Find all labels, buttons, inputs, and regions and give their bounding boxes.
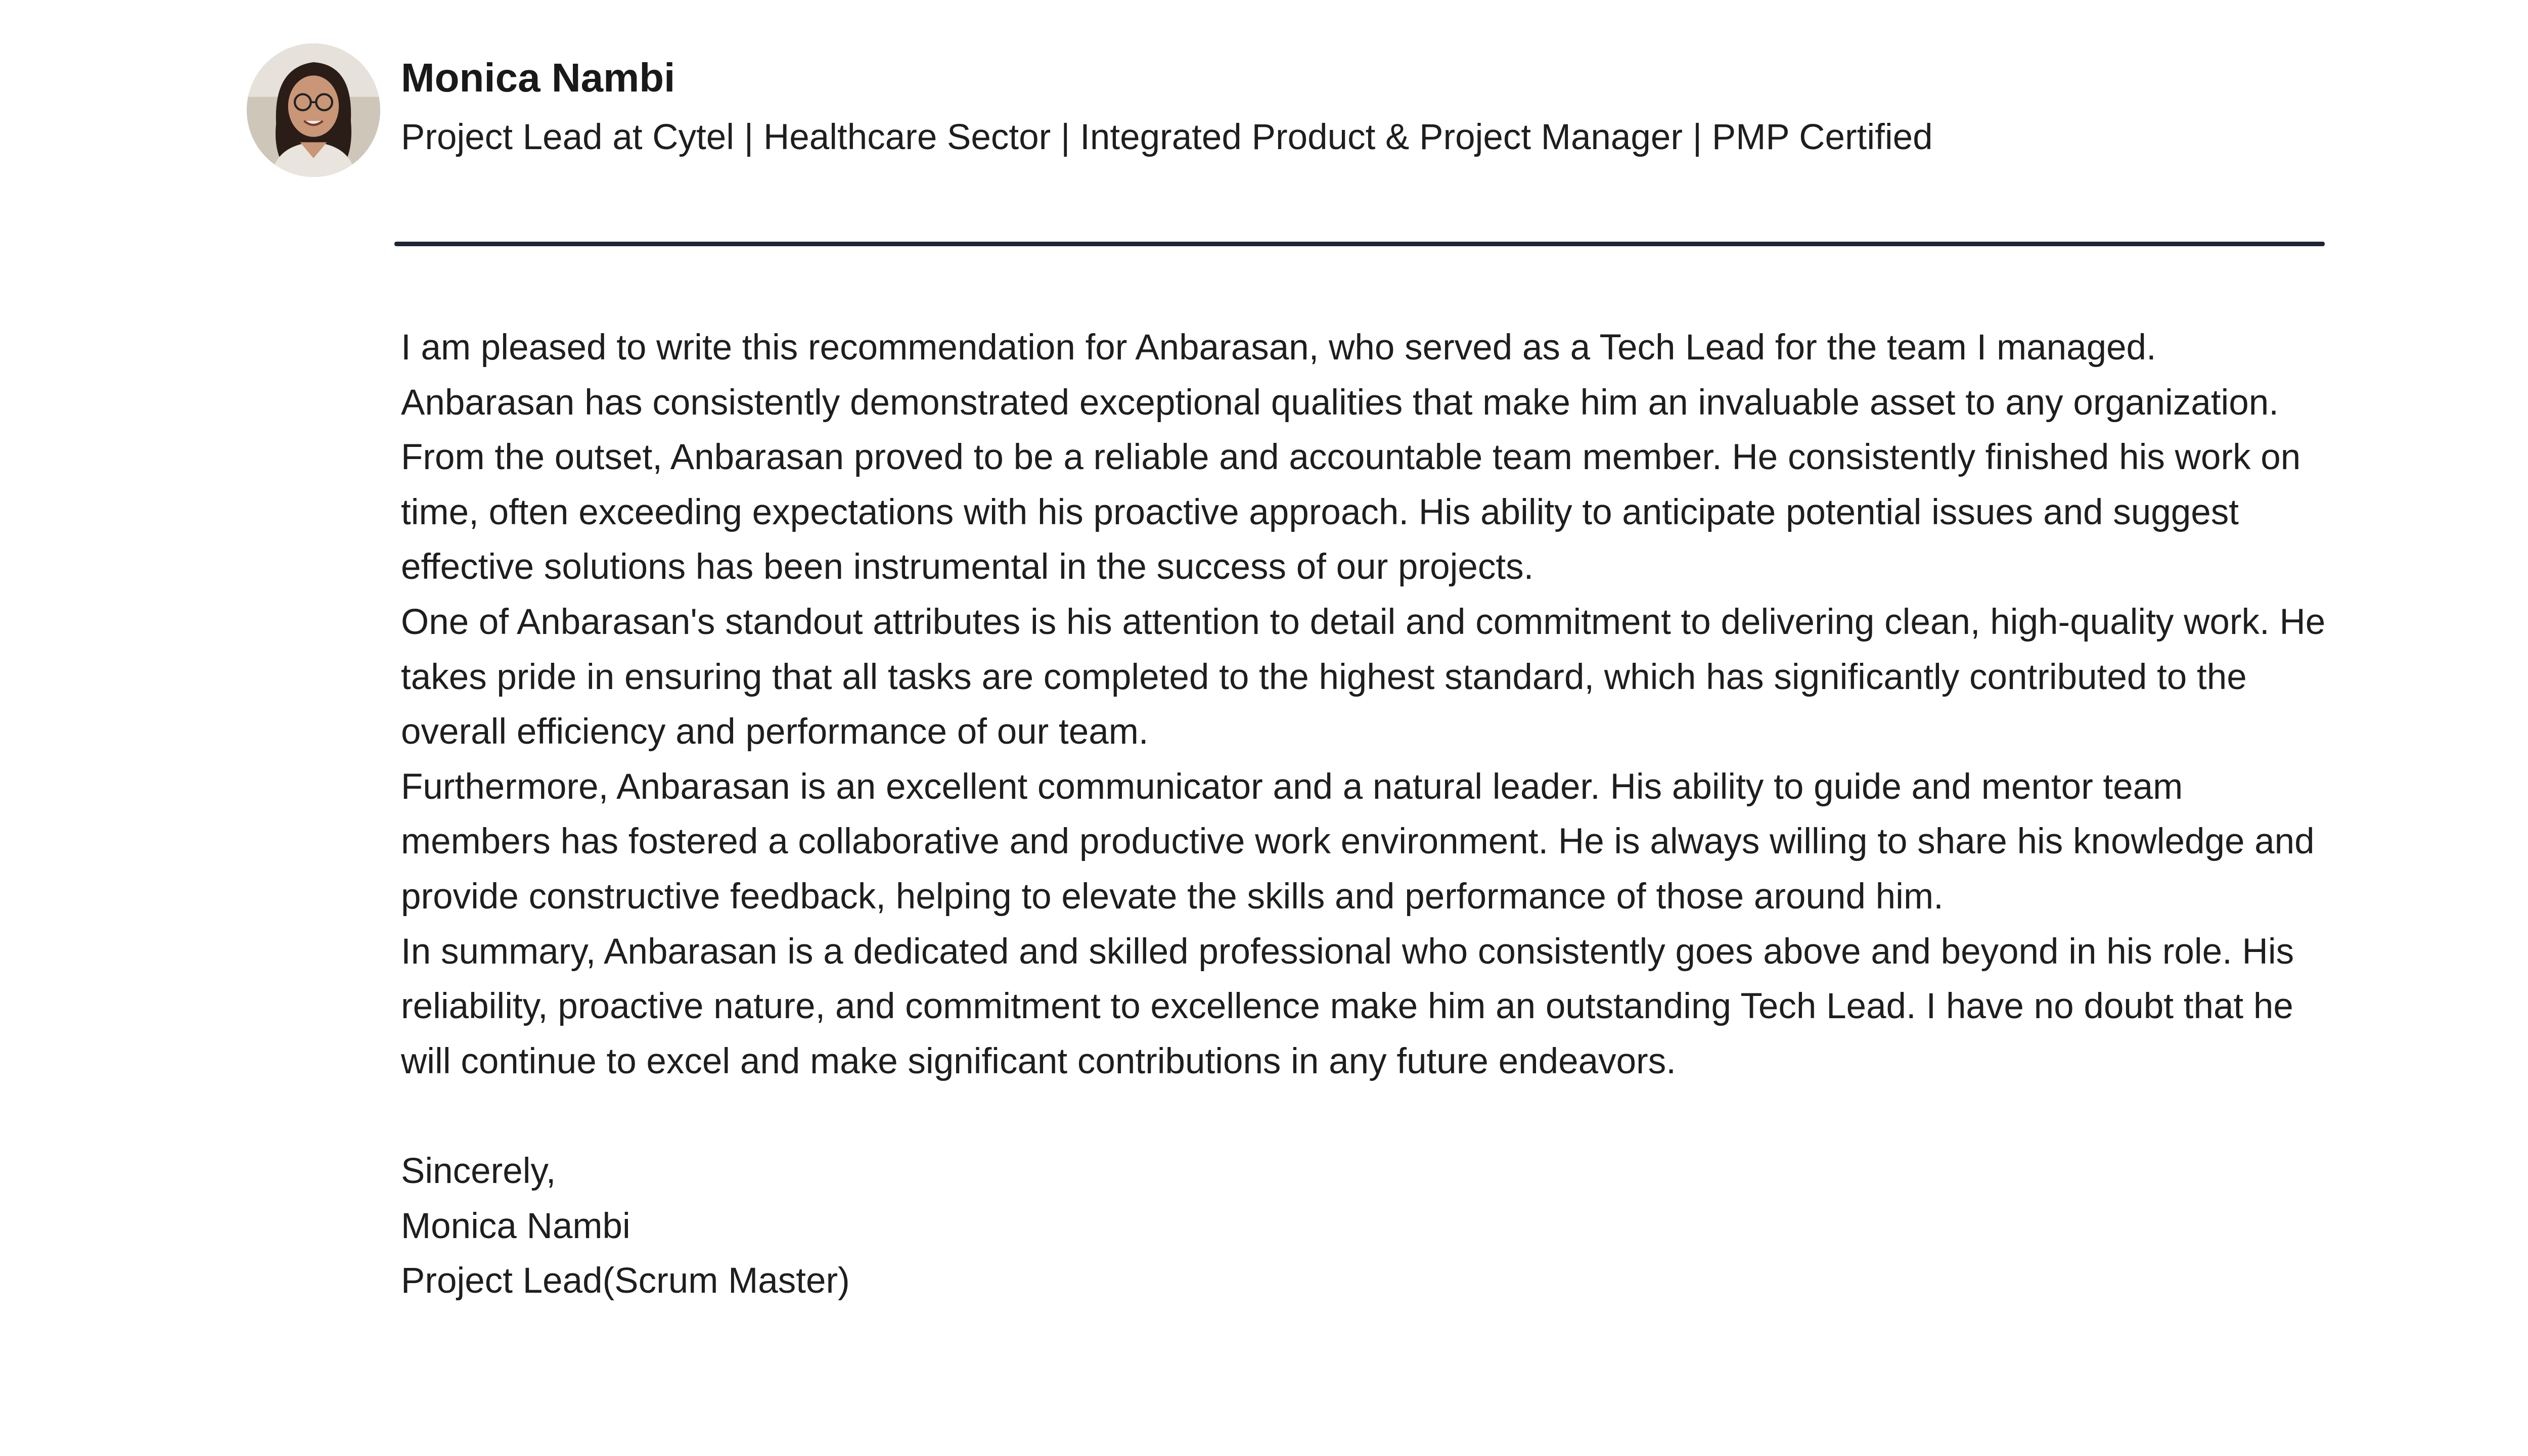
recommendation-paragraph: From the outset, Anbarasan proved to be … bbox=[401, 437, 2301, 587]
recommendation-text: I am pleased to write this recommendatio… bbox=[401, 321, 2332, 1309]
recommendation-paragraph: Furthermore, Anbarasan is an excellent c… bbox=[401, 766, 2315, 917]
signature-name: Monica Nambi bbox=[401, 1206, 630, 1246]
recommendation-paragraph: I am pleased to write this recommendatio… bbox=[401, 328, 2279, 423]
recommendation-paragraph: In summary, Anbarasan is a dedicated and… bbox=[401, 931, 2294, 1081]
profile-photo-icon bbox=[247, 43, 380, 177]
signature-title: Project Lead(Scrum Master) bbox=[401, 1261, 850, 1301]
divider bbox=[394, 242, 2325, 246]
closing-line: Sincerely, bbox=[401, 1151, 556, 1191]
author-name[interactable]: Monica Nambi bbox=[401, 53, 675, 103]
recommendation-paragraph: One of Anbarasan's standout attributes i… bbox=[401, 602, 2326, 752]
author-headline: Project Lead at Cytel | Healthcare Secto… bbox=[401, 117, 1933, 157]
avatar[interactable] bbox=[247, 43, 380, 177]
